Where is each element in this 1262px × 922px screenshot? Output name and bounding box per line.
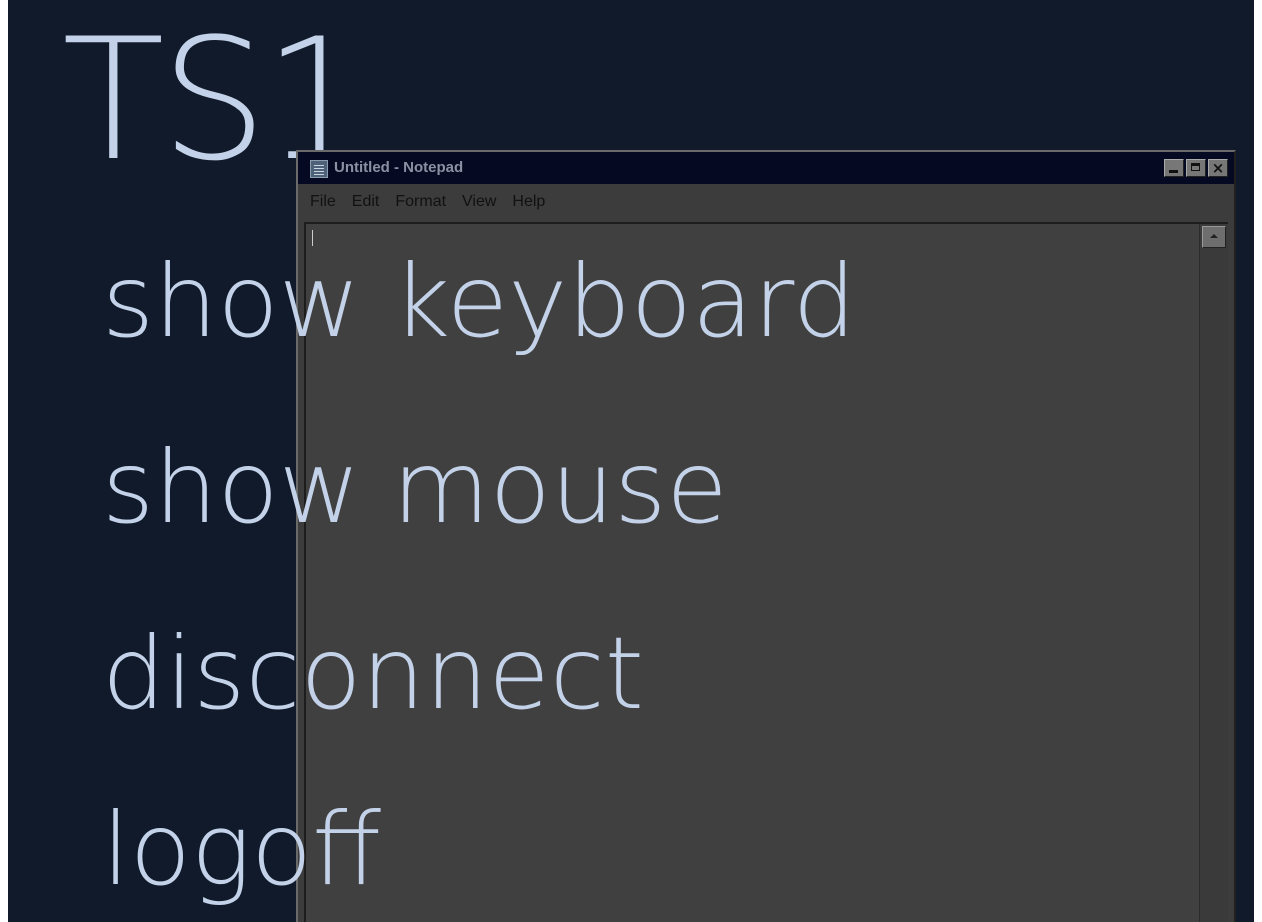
close-button[interactable]: × — [1208, 159, 1228, 177]
minimize-button[interactable] — [1164, 159, 1184, 177]
menu-file[interactable]: File — [310, 193, 336, 211]
minimize-icon — [1165, 160, 1183, 176]
maximize-button[interactable] — [1186, 159, 1206, 177]
menu-help[interactable]: Help — [512, 193, 545, 211]
notepad-icon[interactable] — [310, 160, 328, 178]
notepad-window-title: Untitled - Notepad — [334, 159, 464, 176]
menu-format[interactable]: Format — [395, 193, 446, 211]
disconnect-option[interactable]: disconnect — [102, 614, 644, 734]
menu-edit[interactable]: Edit — [352, 193, 380, 211]
vertical-scrollbar[interactable] — [1199, 224, 1228, 922]
logoff-option[interactable]: logoff — [102, 790, 381, 910]
scroll-up-button[interactable] — [1202, 226, 1226, 248]
maximize-icon — [1187, 160, 1205, 176]
notepad-menubar: File Edit Format View Help — [298, 186, 1234, 218]
close-icon: × — [1211, 159, 1225, 177]
notepad-titlebar[interactable]: Untitled - Notepad × — [298, 152, 1234, 184]
menu-view[interactable]: View — [462, 193, 496, 211]
show-keyboard-option[interactable]: show keyboard — [102, 242, 856, 362]
show-mouse-option[interactable]: show mouse — [102, 428, 728, 548]
window-controls: × — [1164, 159, 1228, 177]
